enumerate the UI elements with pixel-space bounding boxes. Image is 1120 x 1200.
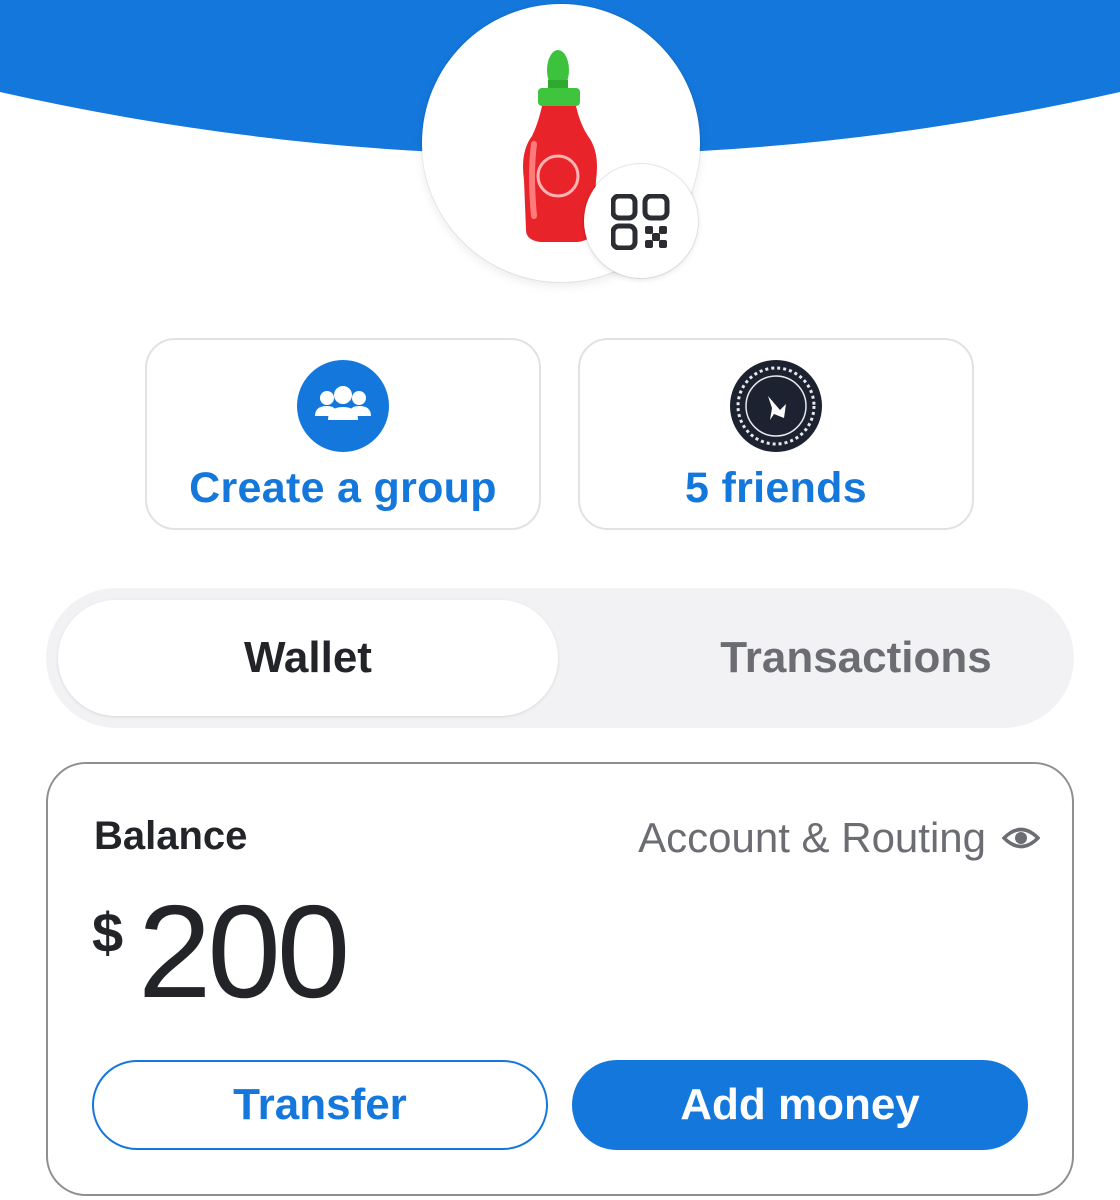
friends-label: 5 friends (685, 464, 867, 512)
qr-code-icon (611, 194, 670, 250)
account-routing-label: Account & Routing (638, 814, 986, 861)
create-group-label: Create a group (189, 464, 497, 512)
account-routing-button[interactable]: Account & Routing (638, 814, 1040, 862)
tab-wallet[interactable]: Wallet (58, 600, 558, 716)
qr-code-button[interactable] (584, 164, 698, 278)
currency-symbol: $ (92, 901, 124, 964)
balance-value: 200 (138, 878, 350, 1025)
eye-icon (1002, 827, 1040, 849)
tab-transactions[interactable]: Transactions (606, 600, 1106, 716)
add-money-button[interactable]: Add money (572, 1060, 1028, 1150)
friend-avatar-icon (730, 360, 822, 452)
wallet-transactions-tabs: Wallet Transactions (46, 588, 1074, 728)
balance-label: Balance (94, 814, 248, 858)
create-group-button[interactable]: Create a group (145, 338, 541, 530)
wallet-card: Balance Account & Routing $ 200 Transfer… (46, 762, 1074, 1196)
people-group-icon (297, 360, 389, 452)
friends-button[interactable]: 5 friends (578, 338, 974, 530)
transfer-button[interactable]: Transfer (92, 1060, 548, 1150)
